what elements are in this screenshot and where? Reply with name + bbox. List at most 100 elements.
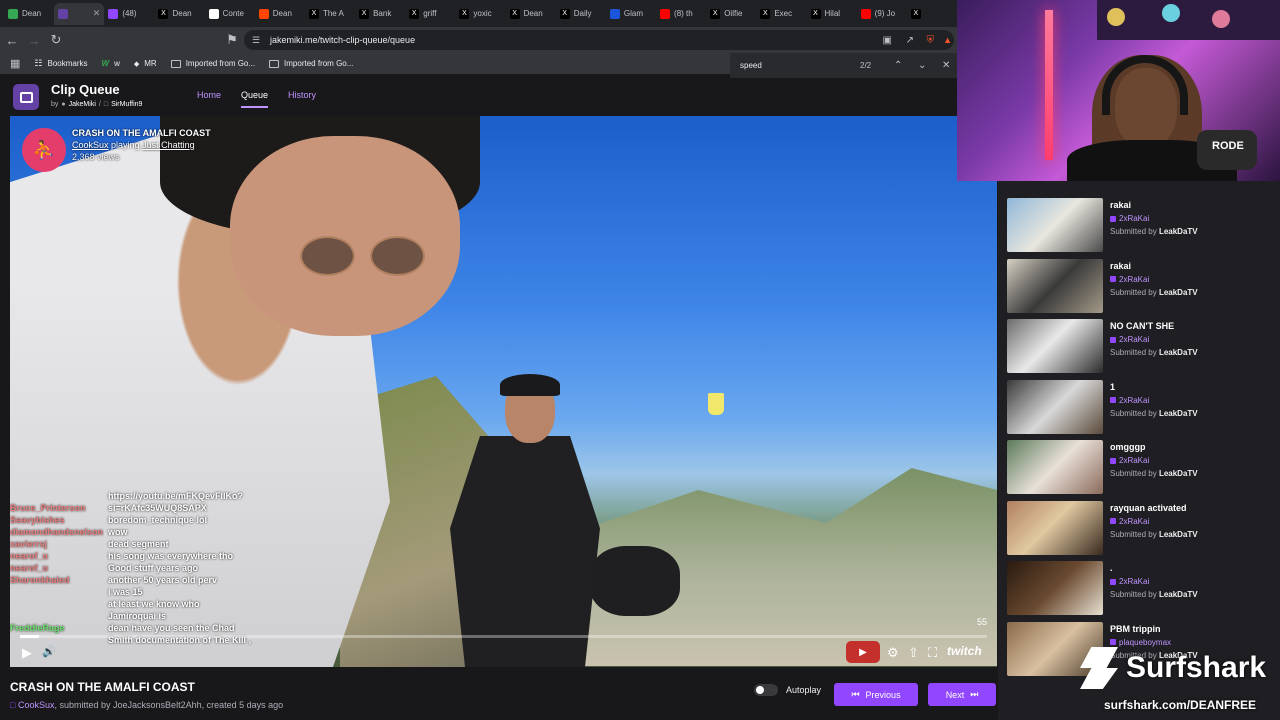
- browser-tab[interactable]: X Oilfie: [706, 3, 756, 25]
- play-icon[interactable]: ▶: [22, 645, 32, 661]
- browser-tab[interactable]: X Daily: [556, 3, 606, 25]
- autoplay-toggle[interactable]: [754, 684, 778, 696]
- queue-item-channel[interactable]: 2xRaKai: [1110, 275, 1149, 284]
- submitter-name: LeakDaTV: [1158, 287, 1198, 297]
- chevron-down-icon[interactable]: ⌄: [918, 60, 926, 71]
- queue-item-thumbnail[interactable]: [1007, 198, 1103, 252]
- chat-username: diamondhandsnelson: [10, 527, 104, 537]
- extension-icon[interactable]: ▣: [883, 35, 892, 46]
- queue-item-thumbnail[interactable]: [1007, 440, 1103, 494]
- queue-item-thumbnail[interactable]: [1007, 500, 1103, 555]
- nav-history[interactable]: History: [288, 90, 316, 108]
- bookmark-page-icon[interactable]: ⚑: [222, 32, 242, 48]
- submitter[interactable]: JoeJacksonsBelt2Ahh: [113, 700, 202, 710]
- queue-item[interactable]: rakai 2xRaKai Submitted by LeakDaTV: [1007, 198, 1277, 254]
- bookmarks-folder[interactable]: ☷ Bookmarks: [34, 58, 87, 69]
- queue-item-channel[interactable]: 2xRaKai: [1110, 577, 1149, 586]
- nav-queue[interactable]: Queue: [241, 90, 269, 108]
- share-icon[interactable]: ⇧: [908, 645, 919, 661]
- chevron-up-icon[interactable]: ⌃: [894, 60, 902, 71]
- close-tab-icon[interactable]: ✕: [93, 8, 101, 19]
- queue-item-channel[interactable]: 2xRaKai: [1110, 214, 1149, 223]
- fullscreen-icon[interactable]: ⛶: [928, 645, 937, 661]
- queue-item[interactable]: rayquan activated 2xRaKai Submitted by Lea…: [1007, 500, 1277, 557]
- clip-channel-link[interactable]: CookSux: [72, 140, 109, 150]
- x-icon: X: [760, 8, 771, 19]
- forward-icon[interactable]: →: [24, 33, 44, 48]
- queue-item-channel-name: 2xRaKai: [1119, 335, 1150, 344]
- close-icon[interactable]: ✕: [942, 60, 950, 71]
- twitch-wordmark[interactable]: twitch: [947, 644, 982, 658]
- queue-item-channel[interactable]: plaqueboymax: [1110, 638, 1171, 647]
- queue-item[interactable]: 1 2xRaKai Submitted by LeakDaTV: [1007, 379, 1277, 436]
- channel-avatar[interactable]: ⛹: [22, 128, 66, 172]
- address-bar[interactable]: ☰ jakemiki.me/twitch-clip-queue/queue ▣ …: [244, 30, 954, 50]
- previous-button[interactable]: ⏮ Previous: [834, 683, 918, 706]
- bookmark-label: MR: [144, 59, 157, 68]
- bottom-channel[interactable]: CookSux: [18, 700, 55, 710]
- find-input[interactable]: speed: [740, 61, 762, 70]
- clip-queue-logo-icon[interactable]: [13, 84, 39, 110]
- queue-item-channel[interactable]: 2xRaKai: [1110, 517, 1149, 526]
- apps-grid-icon[interactable]: ▦: [10, 57, 20, 70]
- browser-tab[interactable]: X Exec: [756, 3, 806, 25]
- queue-item-channel[interactable]: 2xRaKai: [1110, 456, 1149, 465]
- autoplay-control[interactable]: Autoplay: [754, 684, 821, 696]
- author-link[interactable]: JakeMiki: [69, 101, 96, 108]
- browser-tab[interactable]: X Hilal: [807, 3, 857, 25]
- folder-icon: [269, 59, 280, 68]
- queue-item-channel[interactable]: 2xRaKai: [1110, 396, 1149, 405]
- queue-item-thumbnail[interactable]: [1007, 561, 1103, 615]
- bookmark-imported-1[interactable]: Imported from Go...: [170, 59, 255, 68]
- brave-shield-icon[interactable]: ⛨: [927, 35, 935, 46]
- queue-item[interactable]: omgggp 2xRaKai Submitted by LeakDaTV: [1007, 440, 1277, 496]
- queue-item[interactable]: . 2xRaKai Submitted by LeakDaTV: [1007, 561, 1277, 617]
- queue-item-channel[interactable]: 2xRaKai: [1110, 335, 1149, 344]
- back-icon[interactable]: ←: [2, 33, 22, 48]
- video-scene-cap: [500, 374, 560, 396]
- submitter-name: LeakDaTV: [1158, 529, 1198, 539]
- settings-gear-icon[interactable]: ⚙: [887, 645, 899, 661]
- browser-tab[interactable]: Dean: [4, 3, 54, 25]
- browser-tab[interactable]: X The A: [305, 3, 355, 25]
- queue-item-thumbnail[interactable]: [1007, 319, 1103, 373]
- seek-bar[interactable]: [20, 635, 987, 638]
- chat-text: si=rKAfc35WUQ8SAPX: [108, 503, 207, 513]
- channel-link[interactable]: SirMuffin9: [111, 101, 142, 108]
- browser-tab[interactable]: X Bank: [355, 3, 405, 25]
- queue-item-thumbnail[interactable]: [1007, 379, 1103, 434]
- browser-tab[interactable]: X Dean: [154, 3, 204, 25]
- share-icon[interactable]: ↗: [906, 35, 914, 46]
- browser-tab[interactable]: Glam: [606, 3, 656, 25]
- browser-tab[interactable]: (48): [104, 3, 154, 25]
- browser-tab[interactable]: (8) th: [656, 3, 706, 25]
- tab-label: yoxic: [473, 9, 492, 18]
- volume-icon[interactable]: 🔊: [42, 645, 56, 658]
- browser-tab[interactable]: X: [907, 3, 957, 25]
- browser-tab[interactable]: Xyoxic: [455, 3, 505, 25]
- browser-tab[interactable]: (9) Jo: [857, 3, 907, 25]
- queue-item-thumbnail[interactable]: [1007, 258, 1103, 313]
- browser-tab[interactable]: Xgriff: [405, 3, 455, 25]
- browser-tab[interactable]: ✕: [54, 2, 105, 25]
- bookmark-imported-2[interactable]: Imported from Go...: [269, 59, 353, 68]
- youtube-icon[interactable]: ▶: [846, 641, 880, 663]
- nav-home[interactable]: Home: [197, 90, 221, 108]
- queue-item[interactable]: rakai 2xRaKai Submitted by LeakDaTV: [1007, 258, 1277, 315]
- clip-category-link[interactable]: Just Chatting: [142, 140, 195, 150]
- reload-icon[interactable]: ↻: [46, 32, 66, 48]
- site-info-icon[interactable]: ☰: [252, 35, 260, 46]
- alert-icon[interactable]: ▲: [943, 35, 952, 45]
- bookmark-w[interactable]: Ww: [102, 59, 120, 68]
- queue-item[interactable]: NO CAN'T SHE 2xRaKai Submitted by LeakDaTV: [1007, 319, 1277, 375]
- twitch-icon: [1110, 276, 1116, 282]
- bookmark-mr[interactable]: ◆ MR: [134, 59, 157, 68]
- clip-player[interactable]: ⛹ CRASH ON THE AMALFI COAST CookSux play…: [10, 116, 997, 667]
- chat-text: https://youtu.be/mFKQevFlIKo?: [108, 491, 243, 501]
- tab-label: griff: [423, 9, 437, 18]
- browser-tab[interactable]: Conte: [205, 3, 255, 25]
- browser-tab[interactable]: X Dean: [506, 3, 556, 25]
- x-icon: X: [158, 8, 169, 19]
- next-button[interactable]: Next ⏭: [928, 683, 996, 706]
- browser-tab[interactable]: Dean: [255, 3, 305, 25]
